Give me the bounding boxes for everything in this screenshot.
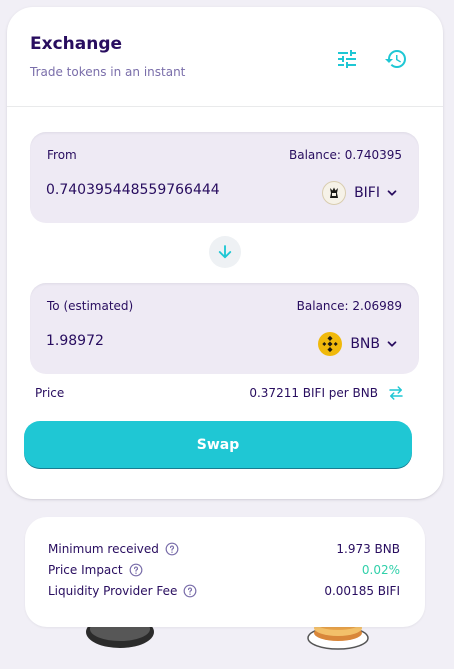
price-row: Price 0.37211 BIFI per BNB xyxy=(35,386,405,406)
minimum-received-row: Minimum received 1.973 BNB xyxy=(48,542,400,560)
liquidity-fee-value: 0.00185 BIFI xyxy=(324,584,400,598)
settings-sliders-icon[interactable] xyxy=(335,47,359,71)
help-circle-icon[interactable] xyxy=(165,542,179,556)
from-panel: From Balance: 0.740395 BIFI xyxy=(30,132,419,223)
from-amount-input[interactable] xyxy=(46,182,306,198)
price-label: Price xyxy=(35,386,65,400)
swap-button[interactable]: Swap xyxy=(24,421,412,469)
help-circle-icon[interactable] xyxy=(183,584,197,598)
to-label: To (estimated) xyxy=(47,299,134,313)
to-balance: Balance: 2.06989 xyxy=(296,299,402,313)
page-subtitle: Trade tokens in an instant xyxy=(30,65,186,79)
arrow-down-icon xyxy=(218,245,232,259)
bnb-logo-icon xyxy=(318,332,343,356)
price-impact-label: Price Impact xyxy=(48,563,123,577)
price-impact-value: 0.02% xyxy=(361,563,400,577)
liquidity-fee-row: Liquidity Provider Fee 0.00185 BIFI xyxy=(48,584,400,602)
from-balance: Balance: 0.740395 xyxy=(289,148,402,162)
page-title: Exchange xyxy=(30,34,123,54)
from-token-symbol: BIFI xyxy=(354,185,380,201)
chevron-down-icon xyxy=(387,190,397,196)
minimum-received-value: 1.973 BNB xyxy=(336,542,400,556)
liquidity-fee-label: Liquidity Provider Fee xyxy=(48,584,178,598)
chevron-down-icon xyxy=(387,341,397,347)
bifi-logo-icon xyxy=(322,181,347,205)
from-label: From xyxy=(47,148,77,162)
price-value: 0.37211 BIFI per BNB xyxy=(249,386,378,400)
price-impact-row: Price Impact 0.02% xyxy=(48,563,400,581)
to-amount-input[interactable] xyxy=(46,333,306,349)
trade-details-card: Minimum received 1.973 BNB Price Impact … xyxy=(25,517,425,627)
to-token-select[interactable]: BNB xyxy=(318,330,399,358)
to-token-symbol: BNB xyxy=(350,336,380,352)
help-circle-icon[interactable] xyxy=(129,563,143,577)
exchange-header: Exchange Trade tokens in an instant xyxy=(7,7,443,107)
swap-horizontal-icon[interactable] xyxy=(387,384,405,402)
to-panel: To (estimated) Balance: 2.06989 BNB xyxy=(30,283,419,374)
from-token-select[interactable]: BIFI xyxy=(322,179,399,207)
minimum-received-label: Minimum received xyxy=(48,542,159,556)
switch-direction-button[interactable] xyxy=(209,236,241,268)
history-icon[interactable] xyxy=(384,47,408,71)
